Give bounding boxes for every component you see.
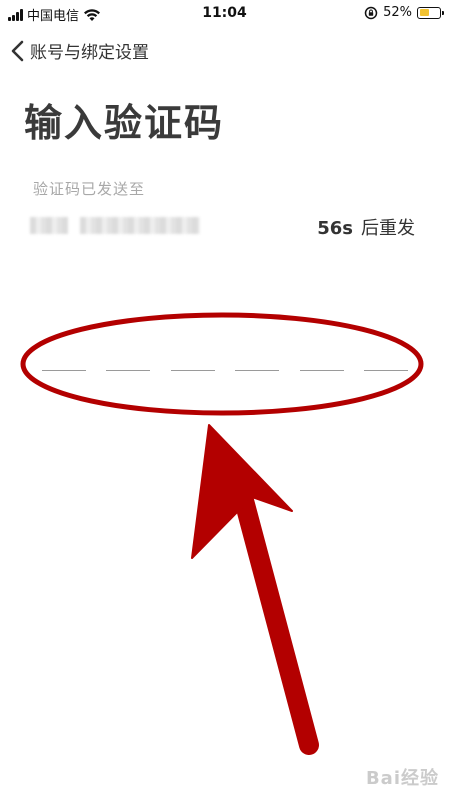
- code-digit-slot[interactable]: [170, 370, 215, 371]
- masked-phone-number: [80, 217, 200, 234]
- code-digit-slot[interactable]: [235, 370, 280, 371]
- chevron-left-icon: [11, 40, 24, 61]
- back-label: 账号与绑定设置: [30, 43, 149, 63]
- battery-fill: [419, 9, 429, 16]
- back-button[interactable]: 账号与绑定设置: [10, 38, 149, 63]
- battery-icon: [417, 6, 444, 19]
- status-bar: 中国电信 11:04 52%: [0, 0, 449, 26]
- masked-country-code: [30, 217, 68, 234]
- code-digit-slot[interactable]: [106, 370, 151, 371]
- code-digit-slot[interactable]: [299, 370, 344, 371]
- page-title: 输入验证码: [24, 101, 225, 145]
- rotation-lock-icon: [364, 6, 378, 19]
- code-digit-slot[interactable]: [42, 370, 86, 371]
- verification-code-input[interactable]: [42, 370, 408, 372]
- code-digit-slot[interactable]: [364, 370, 408, 371]
- highlight-ellipse: [20, 312, 424, 416]
- arrow-shaft: [228, 468, 319, 755]
- resend-countdown: 56s 后重发: [317, 214, 415, 240]
- watermark: Bai经验: [365, 768, 439, 789]
- resend-label: 后重发: [361, 218, 415, 239]
- countdown-seconds: 56s: [317, 218, 353, 239]
- verification-code-screen: 中国电信 11:04 52% 账号与绑定设置 输入验证码 验证码已发送至 56s…: [0, 0, 449, 800]
- arrow-head: [191, 424, 293, 559]
- status-right: 52%: [364, 5, 444, 20]
- sent-to-label: 验证码已发送至: [33, 180, 146, 198]
- battery-percent: 52%: [383, 5, 412, 20]
